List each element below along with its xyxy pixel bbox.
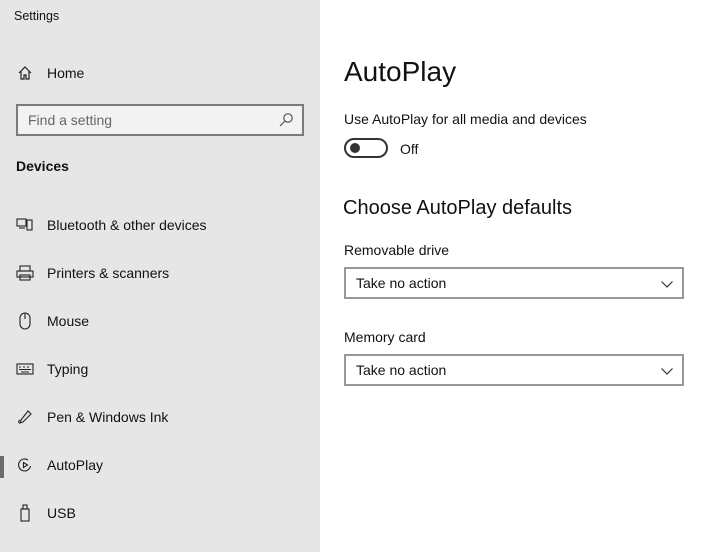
sidebar-item-mouse[interactable]: Mouse	[0, 301, 320, 341]
sidebar-item-label: Home	[47, 65, 85, 81]
memory-card-dropdown[interactable]: Take no action	[344, 354, 684, 386]
usb-icon	[16, 504, 34, 522]
sidebar: Settings Home Devices Bluetooth & other …	[0, 0, 320, 552]
sidebar-item-label: Bluetooth & other devices	[47, 217, 207, 233]
sidebar-item-label: AutoPlay	[47, 457, 104, 473]
sidebar-item-home[interactable]: Home	[0, 53, 320, 93]
defaults-heading: Choose AutoPlay defaults	[343, 197, 573, 219]
keyboard-icon	[16, 360, 34, 378]
sidebar-item-label: USB	[47, 505, 76, 521]
sidebar-item-typing[interactable]: Typing	[0, 349, 320, 389]
dropdown-value: Take no action	[356, 362, 447, 378]
main-content: AutoPlay Use AutoPlay for all media and …	[320, 0, 716, 552]
sidebar-item-bluetooth[interactable]: Bluetooth & other devices	[0, 205, 320, 245]
sidebar-item-usb[interactable]: USB	[0, 493, 320, 533]
page-title: AutoPlay	[344, 56, 457, 87]
toggle-knob	[350, 143, 360, 153]
sidebar-item-pen[interactable]: Pen & Windows Ink	[0, 397, 320, 437]
mouse-icon	[16, 312, 34, 330]
search-input[interactable]	[18, 106, 268, 134]
pen-icon	[16, 408, 34, 426]
sidebar-item-label: Pen & Windows Ink	[47, 409, 169, 425]
sidebar-section-header: Devices	[16, 158, 69, 174]
home-icon	[16, 64, 34, 82]
removable-drive-label: Removable drive	[344, 242, 450, 258]
autoplay-icon	[16, 456, 34, 474]
bluetooth-devices-icon	[16, 216, 34, 234]
sidebar-item-label: Mouse	[47, 313, 90, 329]
autoplay-toggle-caption: Use AutoPlay for all media and devices	[344, 111, 587, 127]
sidebar-item-label: Typing	[47, 361, 89, 377]
toggle-state-label: Off	[400, 141, 419, 157]
sidebar-item-autoplay[interactable]: AutoPlay	[0, 445, 320, 485]
autoplay-toggle[interactable]	[344, 138, 388, 158]
removable-drive-dropdown[interactable]: Take no action	[344, 267, 684, 299]
chevron-down-icon	[660, 364, 674, 378]
search-box[interactable]	[16, 104, 304, 136]
dropdown-value: Take no action	[356, 275, 447, 291]
sidebar-item-label: Printers & scanners	[47, 265, 170, 281]
window-title: Settings	[14, 9, 60, 23]
printer-icon	[16, 264, 34, 282]
sidebar-item-printers[interactable]: Printers & scanners	[0, 253, 320, 293]
chevron-down-icon	[660, 277, 674, 291]
memory-card-label: Memory card	[344, 329, 426, 345]
search-icon[interactable]	[278, 112, 294, 128]
